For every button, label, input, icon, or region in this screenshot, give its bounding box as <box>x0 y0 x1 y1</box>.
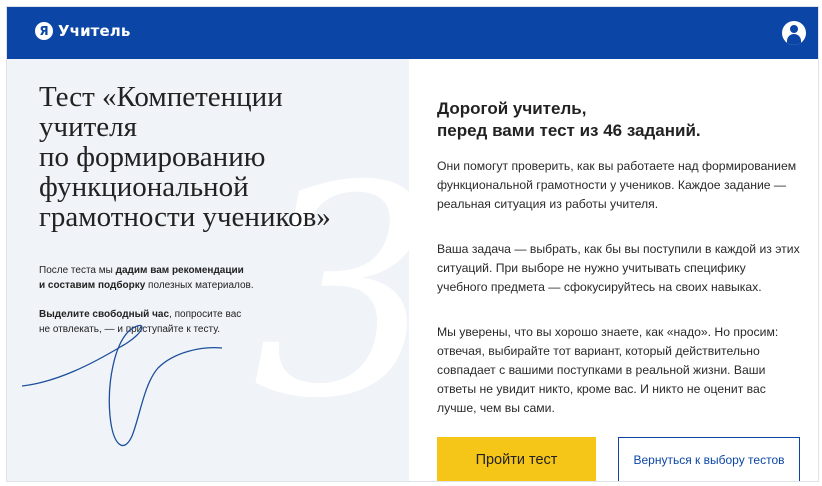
top-navigation-bar: Я Учитель <box>7 7 818 59</box>
yandex-logo-icon: Я <box>35 22 53 40</box>
greeting-heading: Дорогой учитель, перед вами тест из 46 з… <box>437 99 701 140</box>
title-line: по формированию <box>39 141 266 173</box>
honesty-paragraph: Мы уверены, что вы хорошо знаете, как «н… <box>437 325 779 415</box>
brand-logo-link[interactable]: Я Учитель <box>35 22 130 40</box>
title-line: учителя <box>39 111 137 143</box>
start-test-button[interactable]: Пройти тест <box>437 437 596 481</box>
title-line: функциональной <box>39 171 249 203</box>
page-frame: Я Учитель 3 Тест «Компетенции учителя по… <box>6 6 819 482</box>
decorative-squiggle <box>22 324 222 447</box>
test-title: Тест «Компетенции учителя по формировани… <box>39 82 384 232</box>
test-intro-panel: 3 Тест «Компетенции учителя по формирова… <box>7 59 409 481</box>
description-paragraph: Они помогут проверить, как вы работаете … <box>437 159 797 211</box>
test-description-panel: Дорогой учитель, перед вами тест из 46 з… <box>409 59 818 481</box>
user-icon[interactable] <box>782 21 806 45</box>
back-to-tests-button[interactable]: Вернуться к выбору тестов <box>618 437 800 481</box>
recommendation-note: После теста мы дадим вам рекомендации и … <box>39 265 254 291</box>
task-paragraph: Ваша задача — выбрать, как бы вы поступи… <box>437 242 800 294</box>
brand-name: Учитель <box>58 22 131 40</box>
title-line: Тест «Компетенции <box>39 81 283 113</box>
title-line: грамотности учеников» <box>39 201 331 233</box>
